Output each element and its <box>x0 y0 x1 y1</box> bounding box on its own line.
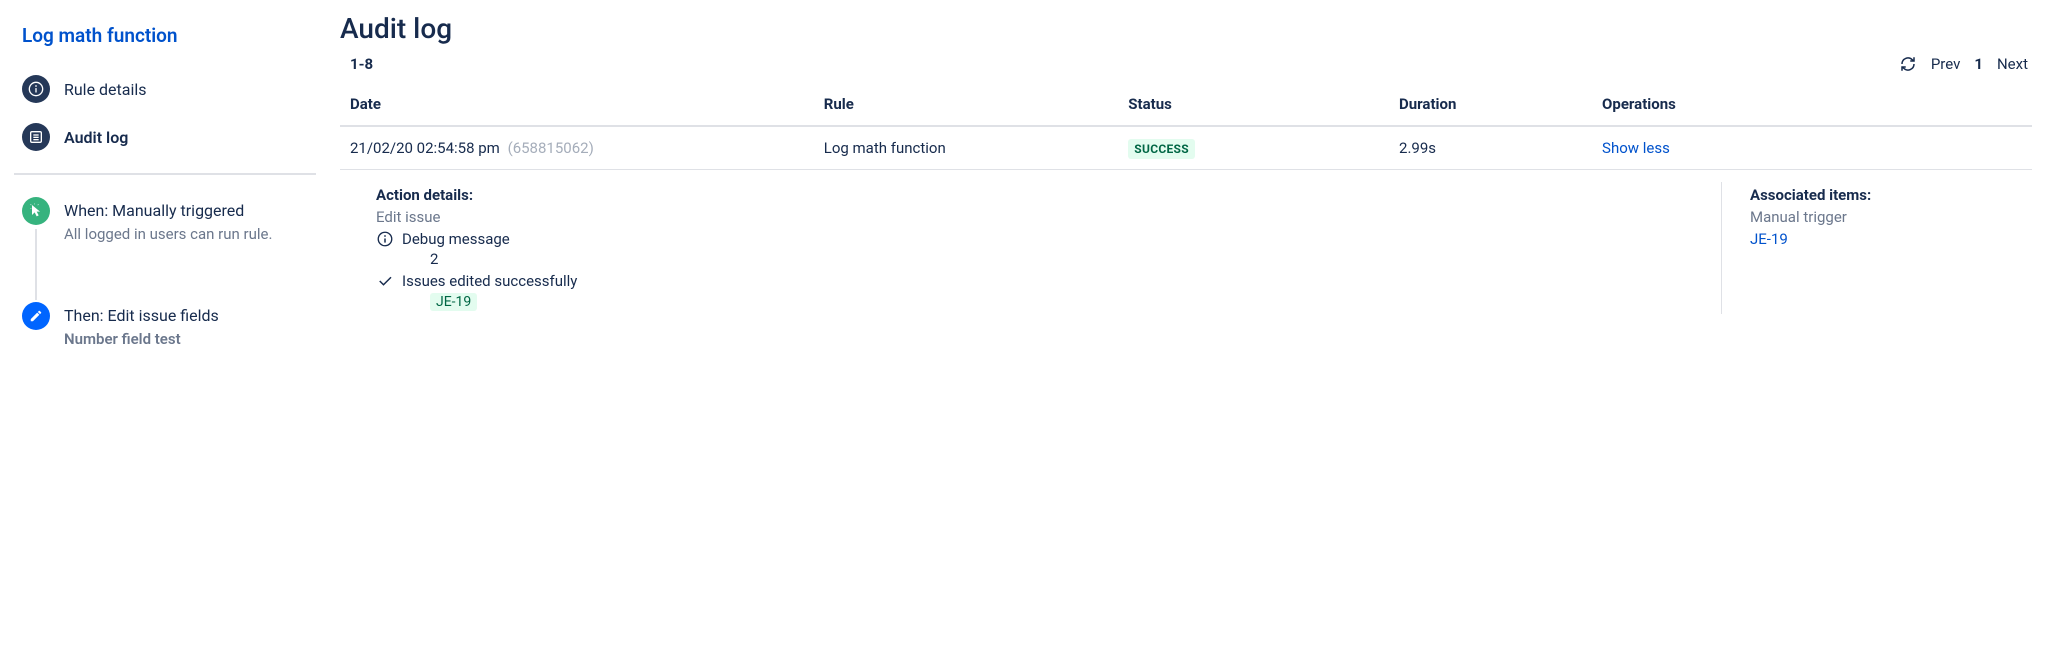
step-subtitle: Number field test <box>64 328 219 351</box>
list-icon <box>22 123 50 151</box>
connector-line <box>35 229 37 300</box>
page-title: Audit log <box>340 12 2032 45</box>
associated-trigger: Manual trigger <box>1750 208 2012 226</box>
sidebar-item-label: Rule details <box>64 80 147 99</box>
sidebar-item-audit-log[interactable]: Audit log <box>14 113 316 161</box>
col-operations: Operations <box>1592 83 2032 126</box>
step-title: When: Manually triggered <box>64 199 272 223</box>
info-outline-icon <box>376 230 394 248</box>
rule-step-action[interactable]: Then: Edit issue fields Number field tes… <box>14 298 316 355</box>
cursor-icon <box>22 197 50 225</box>
pager-next[interactable]: Next <box>1997 55 2028 73</box>
row-id: (658815062) <box>508 139 594 157</box>
success-label: Issues edited successfully <box>402 272 577 290</box>
rule-title[interactable]: Log math function <box>14 20 316 65</box>
pager-current: 1 <box>1974 55 1983 73</box>
info-icon <box>22 75 50 103</box>
row-date: 21/02/20 02:54:58 pm <box>350 139 500 157</box>
sidebar-item-label: Audit log <box>64 128 128 147</box>
action-name: Edit issue <box>376 208 1711 226</box>
associated-label: Associated items: <box>1750 186 2012 204</box>
divider <box>14 173 316 175</box>
status-badge: SUCCESS <box>1128 139 1195 159</box>
col-rule: Rule <box>814 83 1119 126</box>
table-row: 21/02/20 02:54:58 pm (658815062) Log mat… <box>340 126 2032 170</box>
row-duration: 2.99s <box>1389 126 1592 170</box>
pencil-icon <box>22 302 50 330</box>
rule-step-trigger[interactable]: When: Manually triggered All logged in u… <box>14 193 316 250</box>
sidebar-item-rule-details[interactable]: Rule details <box>14 65 316 113</box>
refresh-icon[interactable] <box>1899 55 1917 73</box>
pager: Prev 1 Next <box>1899 55 2028 73</box>
col-date: Date <box>340 83 814 126</box>
issue-pill[interactable]: JE-19 <box>430 293 477 311</box>
action-details: Action details: Edit issue Debug message… <box>350 182 1722 314</box>
show-less-link[interactable]: Show less <box>1602 139 1670 157</box>
debug-label: Debug message <box>402 230 510 248</box>
check-icon <box>376 272 394 290</box>
pager-prev[interactable]: Prev <box>1931 55 1961 73</box>
associated-issue-link[interactable]: JE-19 <box>1750 230 1788 248</box>
row-rule: Log math function <box>814 126 1119 170</box>
debug-value: 2 <box>376 250 1711 268</box>
result-range: 1-8 <box>350 55 373 73</box>
col-status: Status <box>1118 83 1389 126</box>
audit-table: Date Rule Status Duration Operations 21/… <box>340 83 2032 326</box>
col-duration: Duration <box>1389 83 1592 126</box>
step-title: Then: Edit issue fields <box>64 304 219 328</box>
associated-items: Associated items: Manual trigger JE-19 <box>1722 182 2022 314</box>
step-subtitle: All logged in users can run rule. <box>64 223 272 246</box>
action-details-label: Action details: <box>376 186 1711 204</box>
